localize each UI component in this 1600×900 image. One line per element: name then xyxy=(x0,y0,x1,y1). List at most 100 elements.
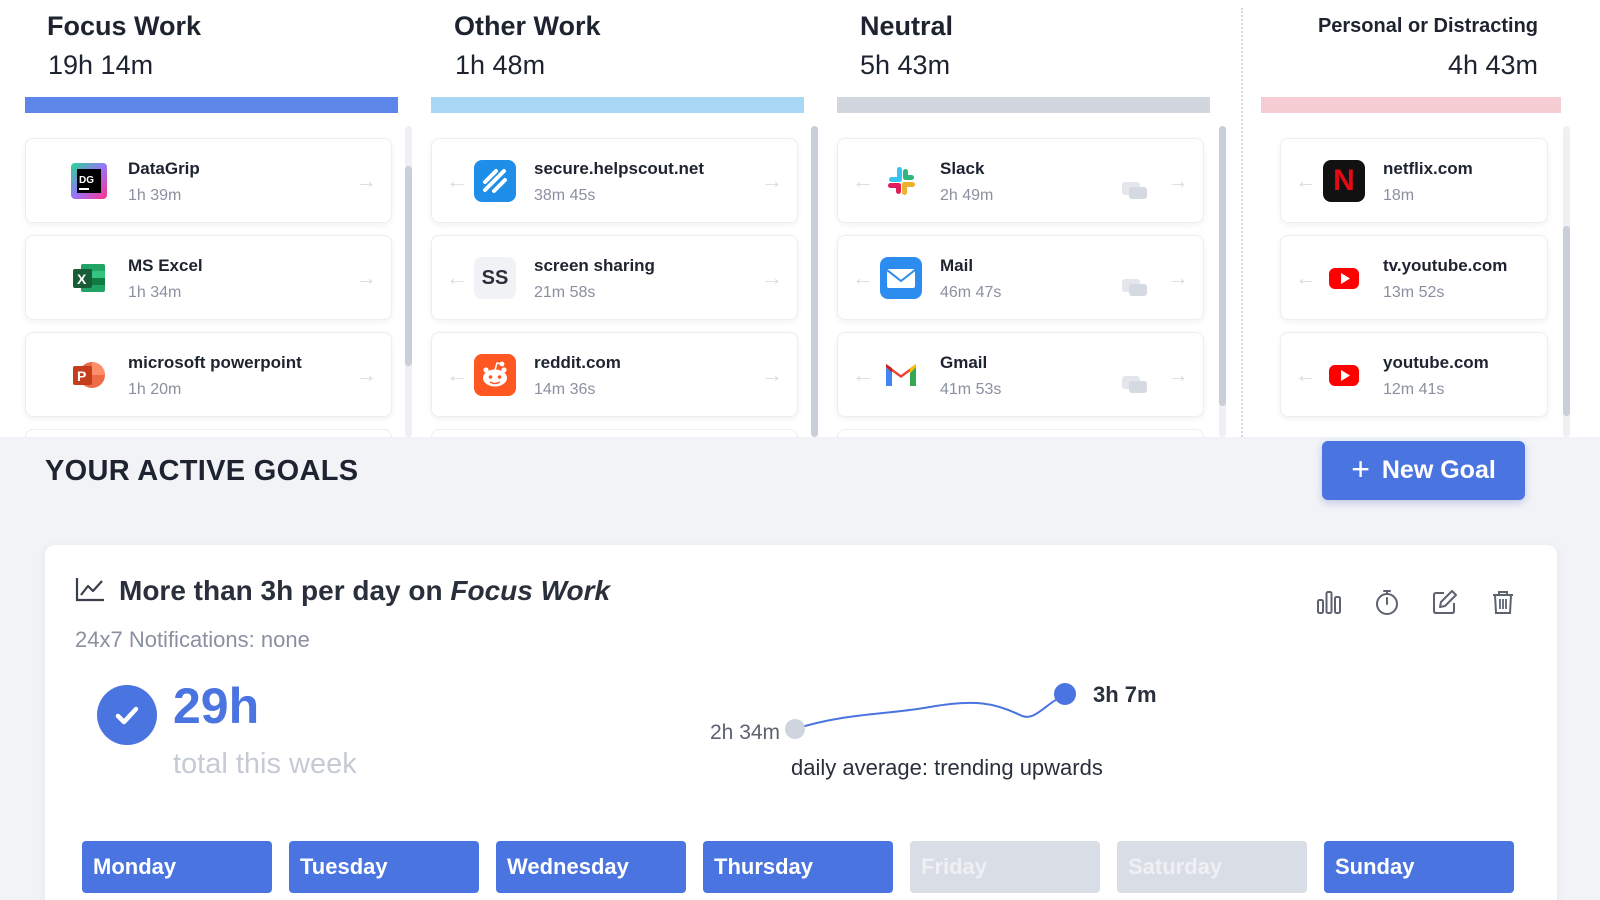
scrollbar-thumb[interactable] xyxy=(405,166,412,366)
arrow-left-icon[interactable]: ← xyxy=(852,362,874,388)
helpscout-icon xyxy=(474,160,516,202)
column-total: 5h 43m xyxy=(860,50,951,80)
list-item[interactable]: ← Gmail 41m 53s → xyxy=(837,332,1204,417)
scrollbar[interactable] xyxy=(405,126,412,437)
netflix-icon: N xyxy=(1323,160,1365,202)
arrow-left-icon[interactable]: ← xyxy=(852,265,874,291)
item-duration: 12m 41s xyxy=(1383,381,1445,398)
new-goal-label: New Goal xyxy=(1381,456,1496,484)
day-sunday[interactable]: Sunday xyxy=(1324,841,1514,893)
scrollbar[interactable] xyxy=(1563,126,1570,437)
list-item[interactable]: ← Slack 2h 49m → xyxy=(837,138,1204,223)
item-name: screen sharing xyxy=(534,256,655,275)
scrollbar-thumb[interactable] xyxy=(1563,226,1570,416)
item-duration: 18m xyxy=(1383,187,1415,204)
item-name: secure.helpscout.net xyxy=(534,159,705,178)
arrow-right-icon[interactable]: → xyxy=(761,168,783,194)
item-duration: 46m 47s xyxy=(940,284,1002,301)
scrollbar[interactable] xyxy=(1219,126,1226,437)
line-chart-icon xyxy=(75,576,105,607)
trend-sparkline: 2h 34m 3h 7m daily average: trending upw… xyxy=(685,673,1205,783)
list-item[interactable]: P microsoft powerpoint 1h 20m → xyxy=(25,332,392,417)
item-name: Gmail xyxy=(940,353,988,372)
list-item[interactable]: ← tv.youtube.com 13m 52s xyxy=(1280,235,1548,320)
column-divider xyxy=(1241,8,1243,437)
scrollbar[interactable] xyxy=(811,126,818,437)
arrow-right-icon[interactable]: → xyxy=(355,362,377,388)
new-goal-button[interactable]: + New Goal xyxy=(1322,441,1525,500)
day-saturday[interactable]: Saturday xyxy=(1117,841,1307,893)
chat-bubble-icon[interactable] xyxy=(1121,375,1149,402)
week-total-caption: total this week xyxy=(173,748,357,780)
category-color-bar xyxy=(837,97,1210,113)
item-duration: 2h 49m xyxy=(940,187,994,204)
arrow-left-icon[interactable]: ← xyxy=(446,265,468,291)
item-duration: 1h 20m xyxy=(128,381,182,398)
list-item[interactable]: X MS Excel 1h 34m → xyxy=(25,235,392,320)
column-title: Other Work xyxy=(454,11,601,41)
goal-notifications: 24x7 Notifications: none xyxy=(75,627,310,652)
arrow-left-icon[interactable]: ← xyxy=(1295,265,1317,291)
day-friday[interactable]: Friday xyxy=(910,841,1100,893)
trend-start-label: 2h 34m xyxy=(710,721,781,744)
item-name: Slack xyxy=(940,159,985,178)
arrow-left-icon[interactable]: ← xyxy=(446,168,468,194)
youtube-icon xyxy=(1323,354,1365,396)
item-name: Mail xyxy=(940,256,974,275)
slack-icon xyxy=(880,160,922,202)
category-color-bar xyxy=(1261,97,1561,113)
list-item[interactable]: ← youtube.com 12m 41s xyxy=(1280,332,1548,417)
arrow-right-icon[interactable]: → xyxy=(761,265,783,291)
svg-text:X: X xyxy=(77,271,87,287)
arrow-left-icon[interactable]: ← xyxy=(1295,362,1317,388)
goal-actions xyxy=(1312,585,1520,619)
sparkline-line xyxy=(794,694,1066,730)
youtube-icon xyxy=(1323,257,1365,299)
section-title: YOUR ACTIVE GOALS xyxy=(45,455,359,487)
screen-sharing-icon: SS xyxy=(474,257,516,299)
arrow-right-icon[interactable]: → xyxy=(1167,362,1189,388)
excel-icon: X xyxy=(68,257,110,299)
edit-icon[interactable] xyxy=(1428,585,1462,619)
day-wednesday[interactable]: Wednesday xyxy=(496,841,686,893)
chat-bubble-icon[interactable] xyxy=(1121,181,1149,208)
arrow-left-icon[interactable]: ← xyxy=(1295,168,1317,194)
arrow-left-icon[interactable]: ← xyxy=(446,362,468,388)
category-board: Focus Work 19h 14m DG DataGrip 1h 39m → … xyxy=(0,0,1600,449)
list-item[interactable]: DG DataGrip 1h 39m → xyxy=(25,138,392,223)
arrow-right-icon[interactable]: → xyxy=(355,168,377,194)
column-title: Personal or Distracting xyxy=(1317,15,1538,37)
arrow-left-icon[interactable]: ← xyxy=(852,168,874,194)
scrollbar-thumb[interactable] xyxy=(811,126,818,437)
arrow-right-icon[interactable]: → xyxy=(761,362,783,388)
list-item[interactable]: ← Mail 46m 47s → xyxy=(837,235,1204,320)
stopwatch-icon[interactable] xyxy=(1370,585,1404,619)
item-name: reddit.com xyxy=(534,353,621,372)
scrollbar-thumb[interactable] xyxy=(1219,126,1226,406)
goal-category: Focus Work xyxy=(450,575,611,606)
chat-bubble-icon[interactable] xyxy=(1121,278,1149,305)
trash-icon[interactable] xyxy=(1486,585,1520,619)
column-total: 4h 43m xyxy=(1447,50,1538,80)
goal-title: More than 3h per day on Focus Work xyxy=(119,575,611,606)
list-item[interactable]: ← SS screen sharing 21m 58s → xyxy=(431,235,798,320)
column-other-work: Other Work 1h 48m ← secure.helpscout.net… xyxy=(431,0,826,449)
item-name: netflix.com xyxy=(1383,159,1473,178)
day-thursday[interactable]: Thursday xyxy=(703,841,893,893)
list-item[interactable]: ← reddit.com 14m 36s → xyxy=(431,332,798,417)
arrow-right-icon[interactable]: → xyxy=(1167,265,1189,291)
powerpoint-icon: P xyxy=(68,354,110,396)
sparkline-start-point xyxy=(785,719,805,739)
column-personal-distracting: Personal or Distracting 4h 43m ← N netfl… xyxy=(1261,0,1570,437)
day-tuesday[interactable]: Tuesday xyxy=(289,841,479,893)
item-duration: 38m 45s xyxy=(534,187,596,204)
arrow-right-icon[interactable]: → xyxy=(1167,168,1189,194)
day-monday[interactable]: Monday xyxy=(82,841,272,893)
bar-chart-icon[interactable] xyxy=(1312,585,1346,619)
item-duration: 21m 58s xyxy=(534,284,596,301)
item-name: DataGrip xyxy=(128,159,200,178)
arrow-right-icon[interactable]: → xyxy=(355,265,377,291)
datagrip-icon: DG xyxy=(68,160,110,202)
list-item[interactable]: ← secure.helpscout.net 38m 45s → xyxy=(431,138,798,223)
list-item[interactable]: ← N netflix.com 18m xyxy=(1280,138,1548,223)
